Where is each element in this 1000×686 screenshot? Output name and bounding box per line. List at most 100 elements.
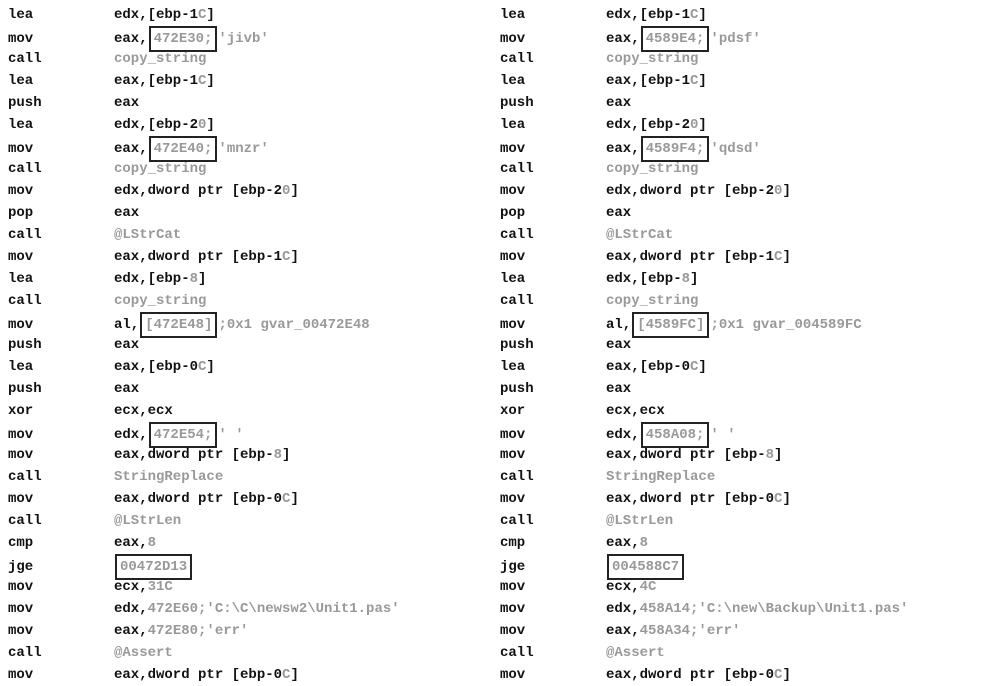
operand-text: copy_string	[606, 290, 698, 312]
asm-row: moveax,4589E4;'pdsf'	[500, 26, 992, 48]
asm-row: pusheax	[8, 378, 500, 400]
mnemonic: mov	[500, 664, 606, 686]
operand-text: C	[774, 664, 782, 686]
operand-text: 'jivb'	[218, 28, 268, 50]
operands: edx,[ebp-1C]	[114, 4, 215, 26]
asm-row: moval,[472E48];0x1 gvar_00472E48	[8, 312, 500, 334]
operand-text: 8	[682, 268, 690, 290]
operands: copy_string	[114, 158, 206, 180]
operand-text: edx,	[606, 424, 640, 446]
operand-text: ecx,ecx	[114, 400, 173, 422]
operand-text: edx,[ebp-2	[606, 114, 690, 136]
asm-row: callStringReplace	[500, 466, 992, 488]
operand-text: edx,[ebp-	[114, 268, 190, 290]
operand-text: 8	[190, 268, 198, 290]
mnemonic: mov	[8, 598, 114, 620]
operands: al,[472E48];0x1 gvar_00472E48	[114, 312, 370, 338]
mnemonic: mov	[8, 180, 114, 202]
operand-text: ]	[206, 4, 214, 26]
operand-text: eax,	[606, 532, 640, 554]
mnemonic: call	[8, 48, 114, 70]
operand-text: StringReplace	[114, 466, 223, 488]
operands: eax,[ebp-1C]	[606, 70, 707, 92]
operand-text: eax,[ebp-1	[606, 70, 690, 92]
operand-text: eax	[606, 92, 631, 114]
asm-row: leaedx,[ebp-8]	[500, 268, 992, 290]
operand-text: ecx,ecx	[606, 400, 665, 422]
operand-text: ]	[282, 444, 290, 466]
asm-row: leaeax,[ebp-0C]	[8, 356, 500, 378]
mnemonic: call	[8, 510, 114, 532]
asm-row: moval,[4589FC];0x1 gvar_004589FC	[500, 312, 992, 334]
asm-row: moveax,dword ptr [ebp-0C]	[8, 488, 500, 510]
operands: eax,dword ptr [ebp-1C]	[114, 246, 299, 268]
operands: copy_string	[606, 290, 698, 312]
operand-text: edx,[ebp-1	[114, 4, 198, 26]
operand-text: 8	[148, 532, 156, 554]
mnemonic: jge	[8, 556, 114, 578]
mnemonic: call	[8, 224, 114, 246]
operands: eax	[606, 378, 631, 400]
mnemonic: push	[500, 334, 606, 356]
mnemonic: mov	[500, 444, 606, 466]
operands: StringReplace	[114, 466, 223, 488]
asm-row: movedx,dword ptr [ebp-20]	[8, 180, 500, 202]
mnemonic: mov	[500, 620, 606, 642]
operands: eax,[ebp-0C]	[606, 356, 707, 378]
operand-text: eax,	[114, 620, 148, 642]
asm-row: popeax	[500, 202, 992, 224]
operand-text: ]	[290, 246, 298, 268]
mnemonic: call	[8, 466, 114, 488]
asm-row: leaedx,[ebp-1C]	[500, 4, 992, 26]
mnemonic: lea	[8, 114, 114, 136]
operands: @Assert	[606, 642, 665, 664]
operand-text: edx,	[114, 424, 148, 446]
mnemonic: mov	[8, 246, 114, 268]
operand-text: ;0x1 gvar_00472E48	[218, 314, 369, 336]
asm-row: call@Assert	[8, 642, 500, 664]
operands: eax	[114, 202, 139, 224]
mnemonic: lea	[8, 268, 114, 290]
operand-text: C	[198, 70, 206, 92]
operand-text: ;0x1 gvar_004589FC	[710, 314, 861, 336]
operands: @Assert	[114, 642, 173, 664]
operands: eax	[606, 334, 631, 356]
operand-text: ' '	[710, 424, 735, 446]
asm-row: movedx,472E60;'C:\C\newsw2\Unit1.pas'	[8, 598, 500, 620]
operand-text: edx,dword ptr [ebp-2	[114, 180, 282, 202]
asm-row: call@LStrLen	[8, 510, 500, 532]
mnemonic: mov	[500, 138, 606, 160]
operand-text: 0	[198, 114, 206, 136]
asm-row: leaedx,[ebp-1C]	[8, 4, 500, 26]
operand-text: ]	[690, 268, 698, 290]
operand-text: C	[690, 356, 698, 378]
operand-text: @LStrLen	[114, 510, 181, 532]
asm-row: leaedx,[ebp-20]	[8, 114, 500, 136]
operand-text: eax	[114, 334, 139, 356]
operand-text: @Assert	[606, 642, 665, 664]
mnemonic: lea	[8, 70, 114, 92]
operand-text: eax	[606, 334, 631, 356]
operand-text: edx,	[114, 598, 148, 620]
operand-text: ' '	[218, 424, 243, 446]
mnemonic: call	[500, 466, 606, 488]
operand-text: ]	[782, 488, 790, 510]
asm-row: movecx,4C	[500, 576, 992, 598]
disassembly-column-right: leaedx,[ebp-1C]moveax,4589E4;'pdsf'callc…	[500, 4, 992, 686]
operands: edx,[ebp-1C]	[606, 4, 707, 26]
mnemonic: xor	[8, 400, 114, 422]
asm-row: leaeax,[ebp-0C]	[500, 356, 992, 378]
operands: edx,dword ptr [ebp-20]	[606, 180, 791, 202]
operands: al,[4589FC];0x1 gvar_004589FC	[606, 312, 862, 338]
operands: eax	[114, 378, 139, 400]
mnemonic: mov	[500, 424, 606, 446]
operands: eax,dword ptr [ebp-8]	[114, 444, 290, 466]
asm-row: jge004588C7	[500, 554, 992, 576]
mnemonic: jge	[500, 556, 606, 578]
operand-text: eax	[114, 378, 139, 400]
operand-text: edx,[ebp-	[606, 268, 682, 290]
mnemonic: mov	[8, 28, 114, 50]
operands: eax	[114, 334, 139, 356]
operands: @LStrLen	[114, 510, 181, 532]
operand-text: 472E60;'C:\C\newsw2\Unit1.pas'	[148, 598, 400, 620]
